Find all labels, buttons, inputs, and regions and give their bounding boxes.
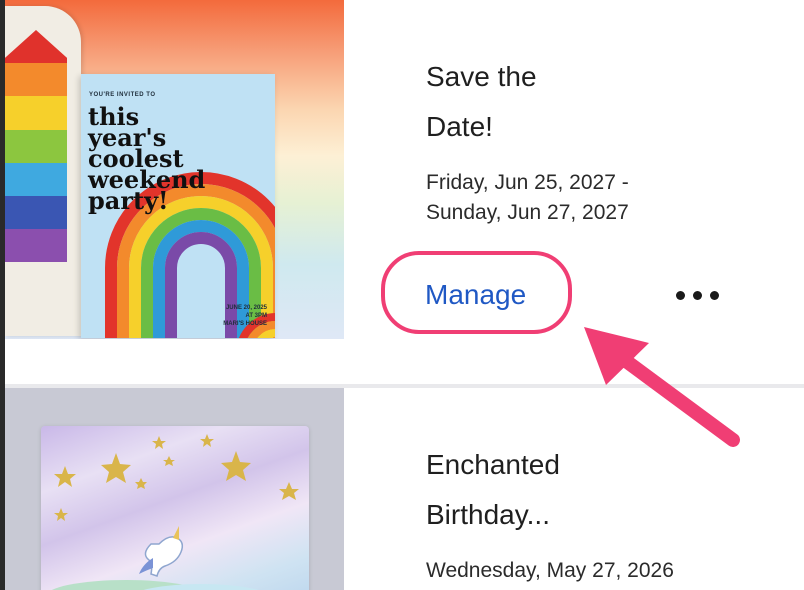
event-title-line2[interactable]: Date! — [426, 102, 493, 152]
event-card-save-the-date: YOU'RE INVITED TO this year's coolest we… — [5, 0, 804, 384]
envelope-image — [5, 6, 81, 336]
event-thumbnail-rainbow-invite[interactable]: YOU'RE INVITED TO this year's coolest we… — [5, 0, 344, 339]
event-card-enchanted-birthday: Enchanted Birthday... Wednesday, May 27,… — [5, 388, 804, 590]
event-date-start: Friday, Jun 25, 2027 - — [426, 171, 629, 194]
more-options-icon[interactable] — [673, 286, 723, 306]
invite-headline: this year's coolest weekend party! — [88, 102, 206, 215]
event-date: Wednesday, May 27, 2026 — [426, 559, 674, 582]
event-title-line2[interactable]: Birthday... — [426, 490, 550, 540]
unicorn-invitation-card — [41, 426, 309, 590]
invite-footer: JUNE 20, 2025 AT 3PM MARI'S HOUSE — [223, 305, 267, 327]
event-title-line1[interactable]: Save the — [426, 52, 537, 102]
event-title-line1[interactable]: Enchanted — [426, 440, 560, 490]
invite-kicker: YOU'RE INVITED TO — [89, 92, 156, 98]
invitation-card: YOU'RE INVITED TO this year's coolest we… — [81, 74, 275, 338]
event-date-end: Sunday, Jun 27, 2027 — [426, 201, 629, 224]
manage-button[interactable]: Manage — [425, 279, 526, 311]
event-thumbnail-unicorn-invite[interactable] — [5, 388, 344, 590]
stars-and-unicorn-graphic — [51, 434, 299, 590]
